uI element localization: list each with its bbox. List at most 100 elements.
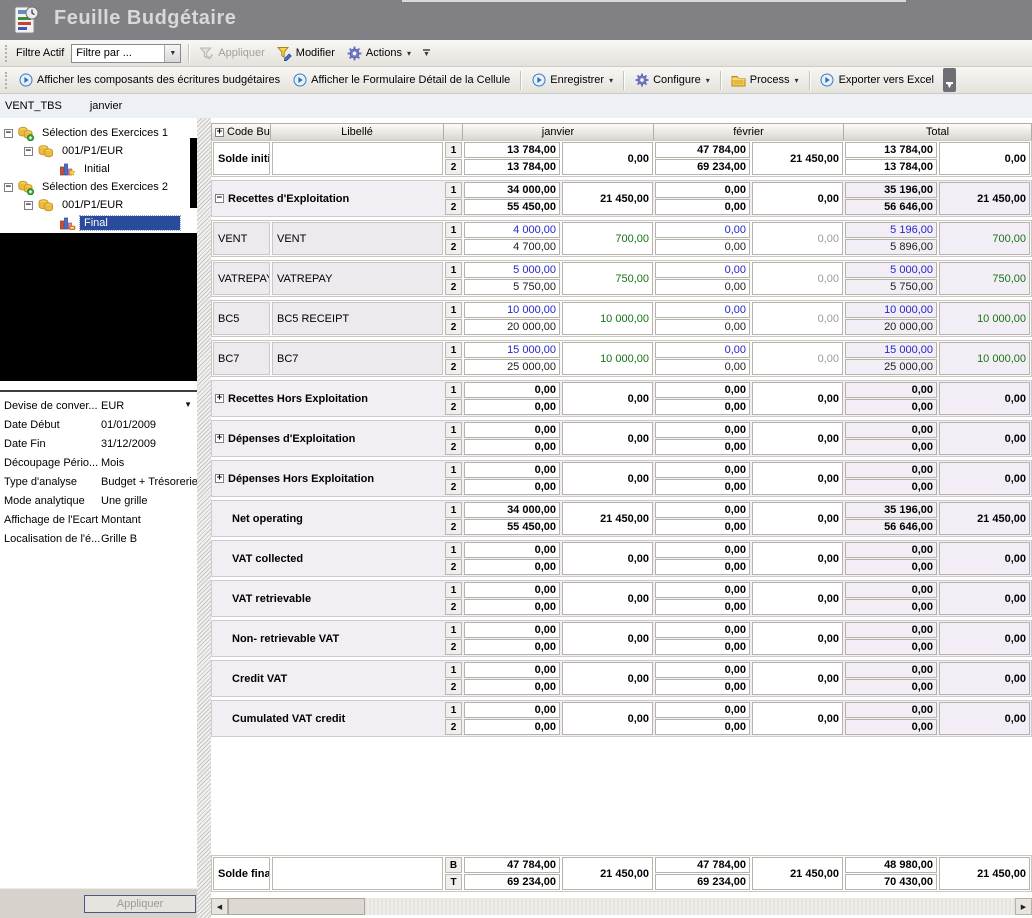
value-cell[interactable]: 0,00 xyxy=(845,719,937,735)
merged-value-cell[interactable]: 0,00 xyxy=(939,542,1030,575)
merged-value-cell[interactable]: 0,00 xyxy=(752,662,843,695)
merged-value-cell[interactable]: 0,00 xyxy=(752,462,843,495)
value-cell[interactable]: 0,00 xyxy=(464,639,560,655)
merged-value-cell[interactable]: 0,00 xyxy=(562,662,653,695)
value-cell[interactable]: 0,00 xyxy=(845,582,937,598)
value-cell[interactable]: 5 896,00 xyxy=(845,239,937,255)
value-cell[interactable]: 0,00 xyxy=(845,679,937,695)
merged-value-cell[interactable]: 0,00 xyxy=(752,542,843,575)
value-cell[interactable]: 15 000,00 xyxy=(464,342,560,358)
value-cell[interactable]: 0,00 xyxy=(464,422,560,438)
tree-item-initial[interactable]: Initial xyxy=(0,160,197,178)
value-cell[interactable]: 0,00 xyxy=(464,622,560,638)
value-cell[interactable]: 10 000,00 xyxy=(464,302,560,318)
value-cell[interactable]: 0,00 xyxy=(464,479,560,495)
merged-value-cell[interactable]: 0,00 xyxy=(939,662,1030,695)
sidebar-splitter[interactable] xyxy=(197,118,211,918)
value-cell[interactable]: 5 750,00 xyxy=(464,279,560,295)
section-expander-icon[interactable]: − xyxy=(215,194,224,203)
chevron-down-icon[interactable]: ▼ xyxy=(184,400,192,409)
merged-value-cell[interactable]: 21 450,00 xyxy=(939,857,1030,890)
merged-value-cell[interactable]: 0,00 xyxy=(752,422,843,455)
value-cell[interactable]: 0,00 xyxy=(655,559,750,575)
value-cell[interactable]: 0,00 xyxy=(655,342,750,358)
merged-value-cell[interactable]: 0,00 xyxy=(939,622,1030,655)
value-cell[interactable]: 0,00 xyxy=(655,599,750,615)
merged-value-cell[interactable]: 10 000,00 xyxy=(562,302,653,335)
tree-expander-icon[interactable]: − xyxy=(4,183,13,192)
value-cell[interactable]: 0,00 xyxy=(845,662,937,678)
tree-item-s-lection-des-exercices-2[interactable]: −Sélection des Exercices 2 xyxy=(0,178,197,196)
value-cell[interactable]: 4 000,00 xyxy=(464,222,560,238)
merged-value-cell[interactable]: 0,00 xyxy=(752,382,843,415)
value-cell[interactable]: 5 000,00 xyxy=(845,262,937,278)
value-cell[interactable]: 25 000,00 xyxy=(845,359,937,375)
value-cell[interactable]: 0,00 xyxy=(464,542,560,558)
value-cell[interactable]: 0,00 xyxy=(464,679,560,695)
horizontal-scrollbar[interactable]: ◀ ▶ xyxy=(211,898,1032,915)
value-cell[interactable]: 47 784,00 xyxy=(655,142,750,158)
value-cell[interactable]: 0,00 xyxy=(655,279,750,295)
value-cell[interactable]: 0,00 xyxy=(464,559,560,575)
value-cell[interactable]: 69 234,00 xyxy=(655,159,750,175)
value-cell[interactable]: 0,00 xyxy=(655,519,750,535)
value-cell[interactable]: 0,00 xyxy=(655,702,750,718)
value-cell[interactable]: 0,00 xyxy=(845,462,937,478)
value-cell[interactable]: 0,00 xyxy=(655,359,750,375)
value-cell[interactable]: 4 700,00 xyxy=(464,239,560,255)
merged-value-cell[interactable]: 0,00 xyxy=(562,582,653,615)
value-cell[interactable]: 5 196,00 xyxy=(845,222,937,238)
merged-value-cell[interactable]: 21 450,00 xyxy=(562,857,653,890)
value-cell[interactable]: 25 000,00 xyxy=(464,359,560,375)
merged-value-cell[interactable]: 0,00 xyxy=(562,142,653,175)
merged-value-cell[interactable]: 750,00 xyxy=(939,262,1030,295)
value-cell[interactable]: 0,00 xyxy=(655,222,750,238)
value-cell[interactable]: 0,00 xyxy=(655,502,750,518)
merged-value-cell[interactable]: 0,00 xyxy=(562,462,653,495)
apply-button[interactable]: Appliquer xyxy=(84,895,196,913)
value-cell[interactable]: 5 750,00 xyxy=(845,279,937,295)
section-expander-icon[interactable]: + xyxy=(215,474,224,483)
value-cell[interactable]: 69 234,00 xyxy=(655,874,750,890)
value-cell[interactable]: 13 784,00 xyxy=(464,142,560,158)
merged-value-cell[interactable]: 0,00 xyxy=(752,302,843,335)
merged-value-cell[interactable]: 0,00 xyxy=(752,622,843,655)
tree-expander-icon[interactable]: − xyxy=(24,201,33,210)
value-cell[interactable]: 0,00 xyxy=(655,399,750,415)
chevron-down-icon[interactable]: ▼ xyxy=(164,45,180,62)
value-cell[interactable]: 34 000,00 xyxy=(464,502,560,518)
scrollbar-thumb[interactable] xyxy=(228,898,365,915)
merged-value-cell[interactable]: 21 450,00 xyxy=(752,142,843,175)
value-cell[interactable]: 56 646,00 xyxy=(845,199,937,215)
value-cell[interactable]: 0,00 xyxy=(655,662,750,678)
toolbar-overflow-button[interactable]: ▼ xyxy=(943,68,956,92)
column-header-libelle[interactable]: Libellé xyxy=(271,124,444,140)
value-cell[interactable]: 0,00 xyxy=(845,382,937,398)
value-cell[interactable]: 0,00 xyxy=(464,382,560,398)
value-cell[interactable]: 0,00 xyxy=(655,542,750,558)
value-cell[interactable]: 0,00 xyxy=(655,302,750,318)
toolbar-grip[interactable] xyxy=(5,72,8,89)
tree-item-final[interactable]: Final xyxy=(0,214,197,232)
value-cell[interactable]: 20 000,00 xyxy=(464,319,560,335)
value-cell[interactable]: 0,00 xyxy=(655,262,750,278)
merged-value-cell[interactable]: 0,00 xyxy=(562,622,653,655)
value-cell[interactable]: 0,00 xyxy=(655,679,750,695)
value-cell[interactable]: 5 000,00 xyxy=(464,262,560,278)
merged-value-cell[interactable]: 0,00 xyxy=(939,142,1030,175)
tree-item-001-p1-eur[interactable]: −001/P1/EUR xyxy=(0,196,197,214)
value-cell[interactable]: 0,00 xyxy=(655,622,750,638)
value-cell[interactable]: 0,00 xyxy=(464,662,560,678)
value-cell[interactable]: 0,00 xyxy=(464,599,560,615)
value-cell[interactable]: 70 430,00 xyxy=(845,874,937,890)
merged-value-cell[interactable]: 0,00 xyxy=(939,382,1030,415)
merged-value-cell[interactable]: 0,00 xyxy=(752,502,843,535)
value-cell[interactable]: 20 000,00 xyxy=(845,319,937,335)
toolbar-button-process[interactable]: Process▾ xyxy=(725,71,805,90)
value-cell[interactable]: 0,00 xyxy=(655,582,750,598)
toolbar-grip[interactable] xyxy=(5,45,8,62)
merged-value-cell[interactable]: 0,00 xyxy=(939,702,1030,735)
merged-value-cell[interactable]: 750,00 xyxy=(562,262,653,295)
toolbar-button-exporter-vers-excel[interactable]: Exporter vers Excel xyxy=(814,71,940,90)
value-cell[interactable]: 0,00 xyxy=(655,319,750,335)
